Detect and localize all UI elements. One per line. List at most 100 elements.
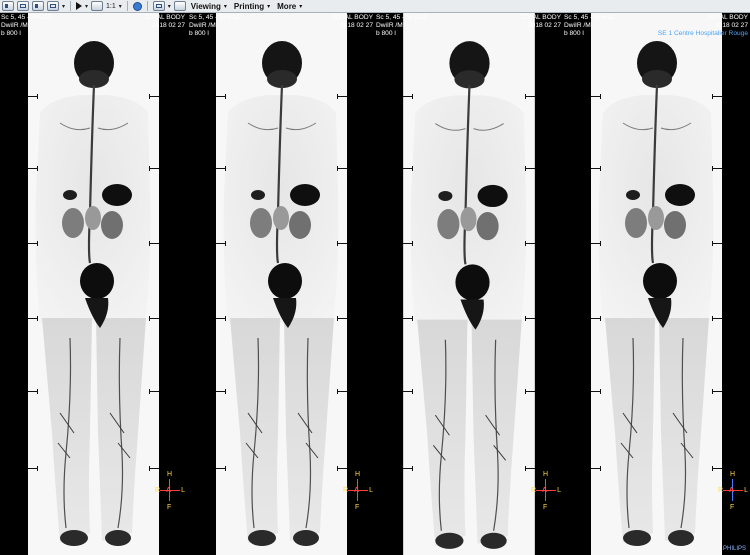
viewport-left-border (375, 13, 403, 555)
play-dropdown-icon[interactable]: ▾ (85, 3, 88, 10)
orientation-feet-label: F (543, 504, 548, 511)
image-viewport-2[interactable]: Sc 5, 45 - Sl 6/12 DwiIR /M b 800 l TOTA… (188, 13, 375, 555)
orientation-marker: H R A L F (718, 471, 748, 511)
orientation-marker: H R A L F (343, 471, 373, 511)
study-date-label: 2018 02 27 (339, 22, 373, 29)
study-date-label: 2018 02 27 (714, 22, 748, 29)
toolbar-divider (70, 1, 72, 11)
slice-position-tick (216, 389, 226, 394)
orientation-right-label: R (155, 487, 161, 494)
slice-position-tick (712, 241, 722, 246)
slice-position-tick (216, 166, 226, 171)
slice-position-tick (591, 241, 601, 246)
orientation-right-label: R (531, 487, 537, 494)
orientation-left-label: L (369, 487, 373, 494)
play-icon[interactable] (76, 2, 83, 10)
reset-icon[interactable] (173, 1, 186, 11)
left-tick-scale (28, 13, 38, 555)
report-icon[interactable] (152, 1, 165, 11)
orientation-feet-label: F (730, 504, 735, 511)
series-slice-label: Sc 5, 45 - Sl 5/12 (1, 14, 52, 21)
left-tick-scale (216, 13, 226, 555)
study-info-overlay: TOTAL BODY 2018 02 27 (520, 14, 561, 30)
image-viewport-3[interactable]: Sc 5, 45 - Sl 7/12 DwiIR /M b 800 l TOTA… (375, 13, 563, 555)
orientation-anterior-label: A (729, 487, 735, 494)
orientation-marker: H R A L F (531, 471, 561, 511)
slice-position-tick (216, 94, 226, 99)
body-region-label: TOTAL BODY (707, 14, 748, 21)
study-info-overlay: TOTAL BODY 2018 02 27 (332, 14, 373, 30)
left-tick-scale (591, 13, 601, 555)
orientation-anterior-label: A (354, 487, 360, 494)
slice-position-tick (525, 241, 535, 246)
vendor-label: PHILIPS (722, 546, 746, 552)
menu-more[interactable]: More ▾ (277, 2, 302, 11)
b-value-label: b 800 l (1, 30, 21, 37)
zoom-label[interactable]: 1:1 (106, 3, 116, 10)
tile-view-icon[interactable] (47, 1, 59, 11)
orientation-head-label: H (543, 471, 549, 478)
slice-position-tick (149, 316, 159, 321)
report-dropdown-icon[interactable]: ▾ (168, 3, 171, 10)
image-viewport-1[interactable]: Sc 5, 45 - Sl 5/12 DwiIR /M b 800 l TOTA… (0, 13, 187, 555)
menu-printing[interactable]: Printing ▾ (234, 2, 270, 11)
menu-viewing[interactable]: Viewing ▾ (191, 2, 227, 11)
split-view-icon[interactable] (32, 1, 44, 11)
slice-position-tick (525, 316, 535, 321)
slice-position-tick (525, 389, 535, 394)
pin-icon[interactable] (132, 1, 142, 11)
body-region-label: TOTAL BODY (520, 14, 561, 21)
slice-position-tick (28, 166, 38, 171)
slice-position-tick (149, 466, 159, 471)
slice-position-tick (149, 166, 159, 171)
left-tick-scale (403, 13, 413, 555)
zoom-dropdown-icon[interactable]: ▾ (119, 3, 122, 10)
study-info-overlay: TOTAL BODY 2018 02 27 SE 1 Centre Hospit… (658, 14, 748, 38)
series-slice-label: Sc 5, 45 - Sl 8/12 (564, 14, 615, 21)
slice-position-tick (591, 466, 601, 471)
sequence-label: DwiIR /M (189, 22, 216, 29)
slice-position-tick (525, 466, 535, 471)
grid-layout-icon[interactable] (17, 1, 29, 11)
body-region-label: TOTAL BODY (332, 14, 373, 21)
toolbar-divider (126, 1, 128, 11)
slice-position-tick (712, 389, 722, 394)
layout-icon[interactable] (2, 1, 14, 11)
orientation-right-label: R (343, 487, 349, 494)
slice-position-tick (216, 316, 226, 321)
series-slice-label: Sc 5, 45 - Sl 7/12 (376, 14, 427, 21)
orientation-left-label: L (744, 487, 748, 494)
zoom-tool-icon[interactable] (91, 1, 104, 11)
slice-position-tick (337, 316, 347, 321)
orientation-left-label: L (181, 487, 185, 494)
layout-dropdown-icon[interactable]: ▾ (62, 3, 65, 10)
viewport-left-border (563, 13, 591, 555)
study-info-overlay: TOTAL BODY 2018 02 27 (144, 14, 185, 30)
orientation-anterior-label: A (166, 487, 172, 494)
slice-position-tick (149, 241, 159, 246)
orientation-marker: H R A L F (155, 471, 185, 511)
slice-position-tick (28, 389, 38, 394)
orientation-right-label: R (718, 487, 724, 494)
b-value-label: b 800 l (564, 30, 584, 37)
slice-position-tick (591, 94, 601, 99)
viewport-left-border (188, 13, 216, 555)
series-info-overlay: Sc 5, 45 - Sl 5/12 DwiIR /M b 800 l (1, 14, 52, 38)
orientation-head-label: H (730, 471, 736, 478)
slice-position-tick (149, 94, 159, 99)
toolbar-divider (146, 1, 148, 11)
slice-position-tick (28, 466, 38, 471)
slice-position-tick (337, 94, 347, 99)
b-value-label: b 800 l (189, 30, 209, 37)
slice-position-tick (216, 466, 226, 471)
orientation-head-label: H (355, 471, 361, 478)
viewer-toolbar: ▾ ▾ 1:1 ▾ ▾ Viewing ▾ Printing ▾ More ▾ (0, 0, 750, 13)
slice-position-tick (591, 316, 601, 321)
body-region-label: TOTAL BODY (144, 14, 185, 21)
image-viewport-4[interactable]: Sc 5, 45 - Sl 8/12 DwiIR /M b 800 l TOTA… (563, 13, 750, 555)
institution-label: SE 1 Centre Hospitalier Rouge (657, 30, 748, 37)
slice-position-tick (337, 166, 347, 171)
series-info-overlay: Sc 5, 45 - Sl 7/12 DwiIR /M b 800 l (376, 14, 427, 38)
slice-position-tick (403, 389, 413, 394)
study-date-label: 2018 02 27 (151, 22, 185, 29)
